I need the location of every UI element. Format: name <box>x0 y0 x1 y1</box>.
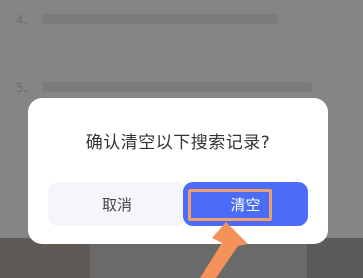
highlight-box <box>188 189 272 221</box>
bottom-content-strip <box>0 238 363 278</box>
clear-history-dialog: 确认清空以下搜索记录? 取消 清空 <box>28 98 328 244</box>
dialog-title: 确认清空以下搜索记录? <box>85 133 271 153</box>
history-item: 5、 <box>16 76 312 98</box>
history-item: 4、 <box>16 8 278 30</box>
history-item-text-blurred <box>42 82 312 92</box>
history-item-number: 5、 <box>16 80 36 95</box>
background-list: 4、 5、 <box>0 0 363 100</box>
thumbnail <box>307 238 363 278</box>
history-item-text-blurred <box>42 14 278 24</box>
history-item-number: 4、 <box>16 12 36 27</box>
thumbnail <box>0 238 90 278</box>
cancel-button[interactable]: 取消 <box>48 182 186 226</box>
